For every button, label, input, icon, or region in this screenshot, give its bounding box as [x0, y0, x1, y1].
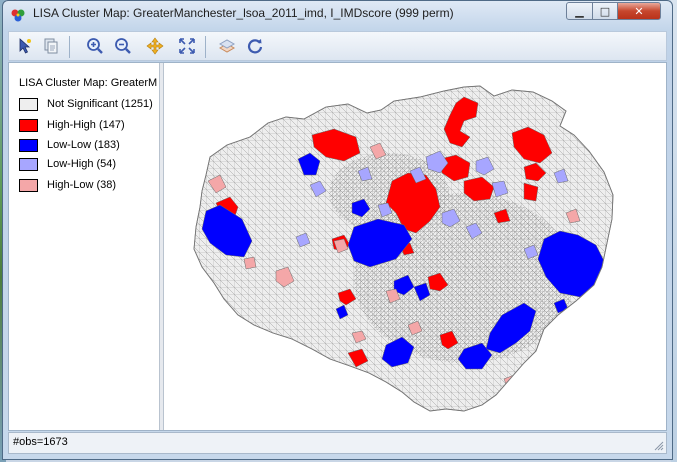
legend-swatch-low-high — [19, 157, 38, 171]
status-bar: #obs=1673 — [8, 432, 667, 454]
legend-panel: LISA Cluster Map: GreaterM Not Significa… — [9, 63, 159, 430]
copy-map-icon — [44, 38, 58, 54]
lisa-cluster-map-window: LISA Cluster Map: GreaterManchester_lsoa… — [2, 0, 673, 460]
select-icon — [19, 38, 31, 54]
legend-label: Low-High (54) — [47, 158, 117, 170]
legend-swatch-high-high — [19, 118, 38, 132]
legend-item-not-significant[interactable]: Not Significant (1251) — [19, 97, 153, 111]
legend-label: High-High (147) — [47, 119, 125, 131]
zoom-out-icon — [115, 38, 131, 54]
select-tool-button[interactable] — [15, 36, 35, 56]
legend-item-high-high[interactable]: High-High (147) — [19, 118, 125, 132]
zoom-in-button[interactable] — [85, 36, 105, 56]
legend-item-high-low[interactable]: High-Low (38) — [19, 178, 116, 192]
legend-label: High-Low (38) — [47, 179, 117, 191]
map-client-area: LISA Cluster Map: GreaterM Not Significa… — [8, 62, 667, 431]
maximize-icon: □ — [599, 4, 611, 18]
legend-swatch-not-significant — [19, 97, 38, 111]
window-title: LISA Cluster Map: GreaterManchester_lsoa… — [33, 6, 454, 20]
fit-extent-icon — [179, 38, 195, 54]
zoom-out-button[interactable] — [113, 36, 133, 56]
layer-icon — [218, 39, 236, 53]
minimize-icon: ▁ — [575, 4, 584, 18]
refresh-icon — [247, 39, 263, 54]
cluster-map-canvas[interactable] — [164, 63, 666, 430]
close-icon: ✕ — [634, 4, 644, 18]
cluster-map-svg — [193, 85, 614, 412]
legend-label: Low-Low (183) — [47, 139, 120, 151]
zoom-in-icon — [87, 38, 103, 54]
minimize-button[interactable]: ▁ — [566, 2, 593, 20]
refresh-button[interactable] — [245, 36, 265, 56]
resize-grip-icon[interactable] — [654, 441, 664, 451]
legend-swatch-low-low — [19, 138, 38, 152]
legend-swatch-high-low — [19, 178, 38, 192]
fit-extent-button[interactable] — [177, 36, 197, 56]
legend-item-low-low[interactable]: Low-Low (183) — [19, 138, 120, 152]
maximize-button[interactable]: □ — [592, 2, 618, 20]
pan-icon — [146, 37, 164, 55]
legend-label: Not Significant (1251) — [47, 98, 153, 110]
close-button[interactable]: ✕ — [617, 2, 661, 20]
toolbar-separator — [205, 36, 206, 58]
toolbar-separator — [69, 36, 70, 58]
observation-count: #obs=1673 — [13, 436, 68, 448]
geoda-app-icon — [11, 9, 25, 22]
map-layer-button[interactable] — [217, 36, 237, 56]
pan-button[interactable] — [145, 36, 165, 56]
title-bar[interactable]: LISA Cluster Map: GreaterManchester_lsoa… — [3, 1, 672, 29]
legend-item-low-high[interactable]: Low-High (54) — [19, 157, 116, 171]
legend-title: LISA Cluster Map: GreaterM — [19, 77, 158, 89]
map-toolbar — [8, 31, 667, 61]
copy-map-button[interactable] — [41, 36, 61, 56]
